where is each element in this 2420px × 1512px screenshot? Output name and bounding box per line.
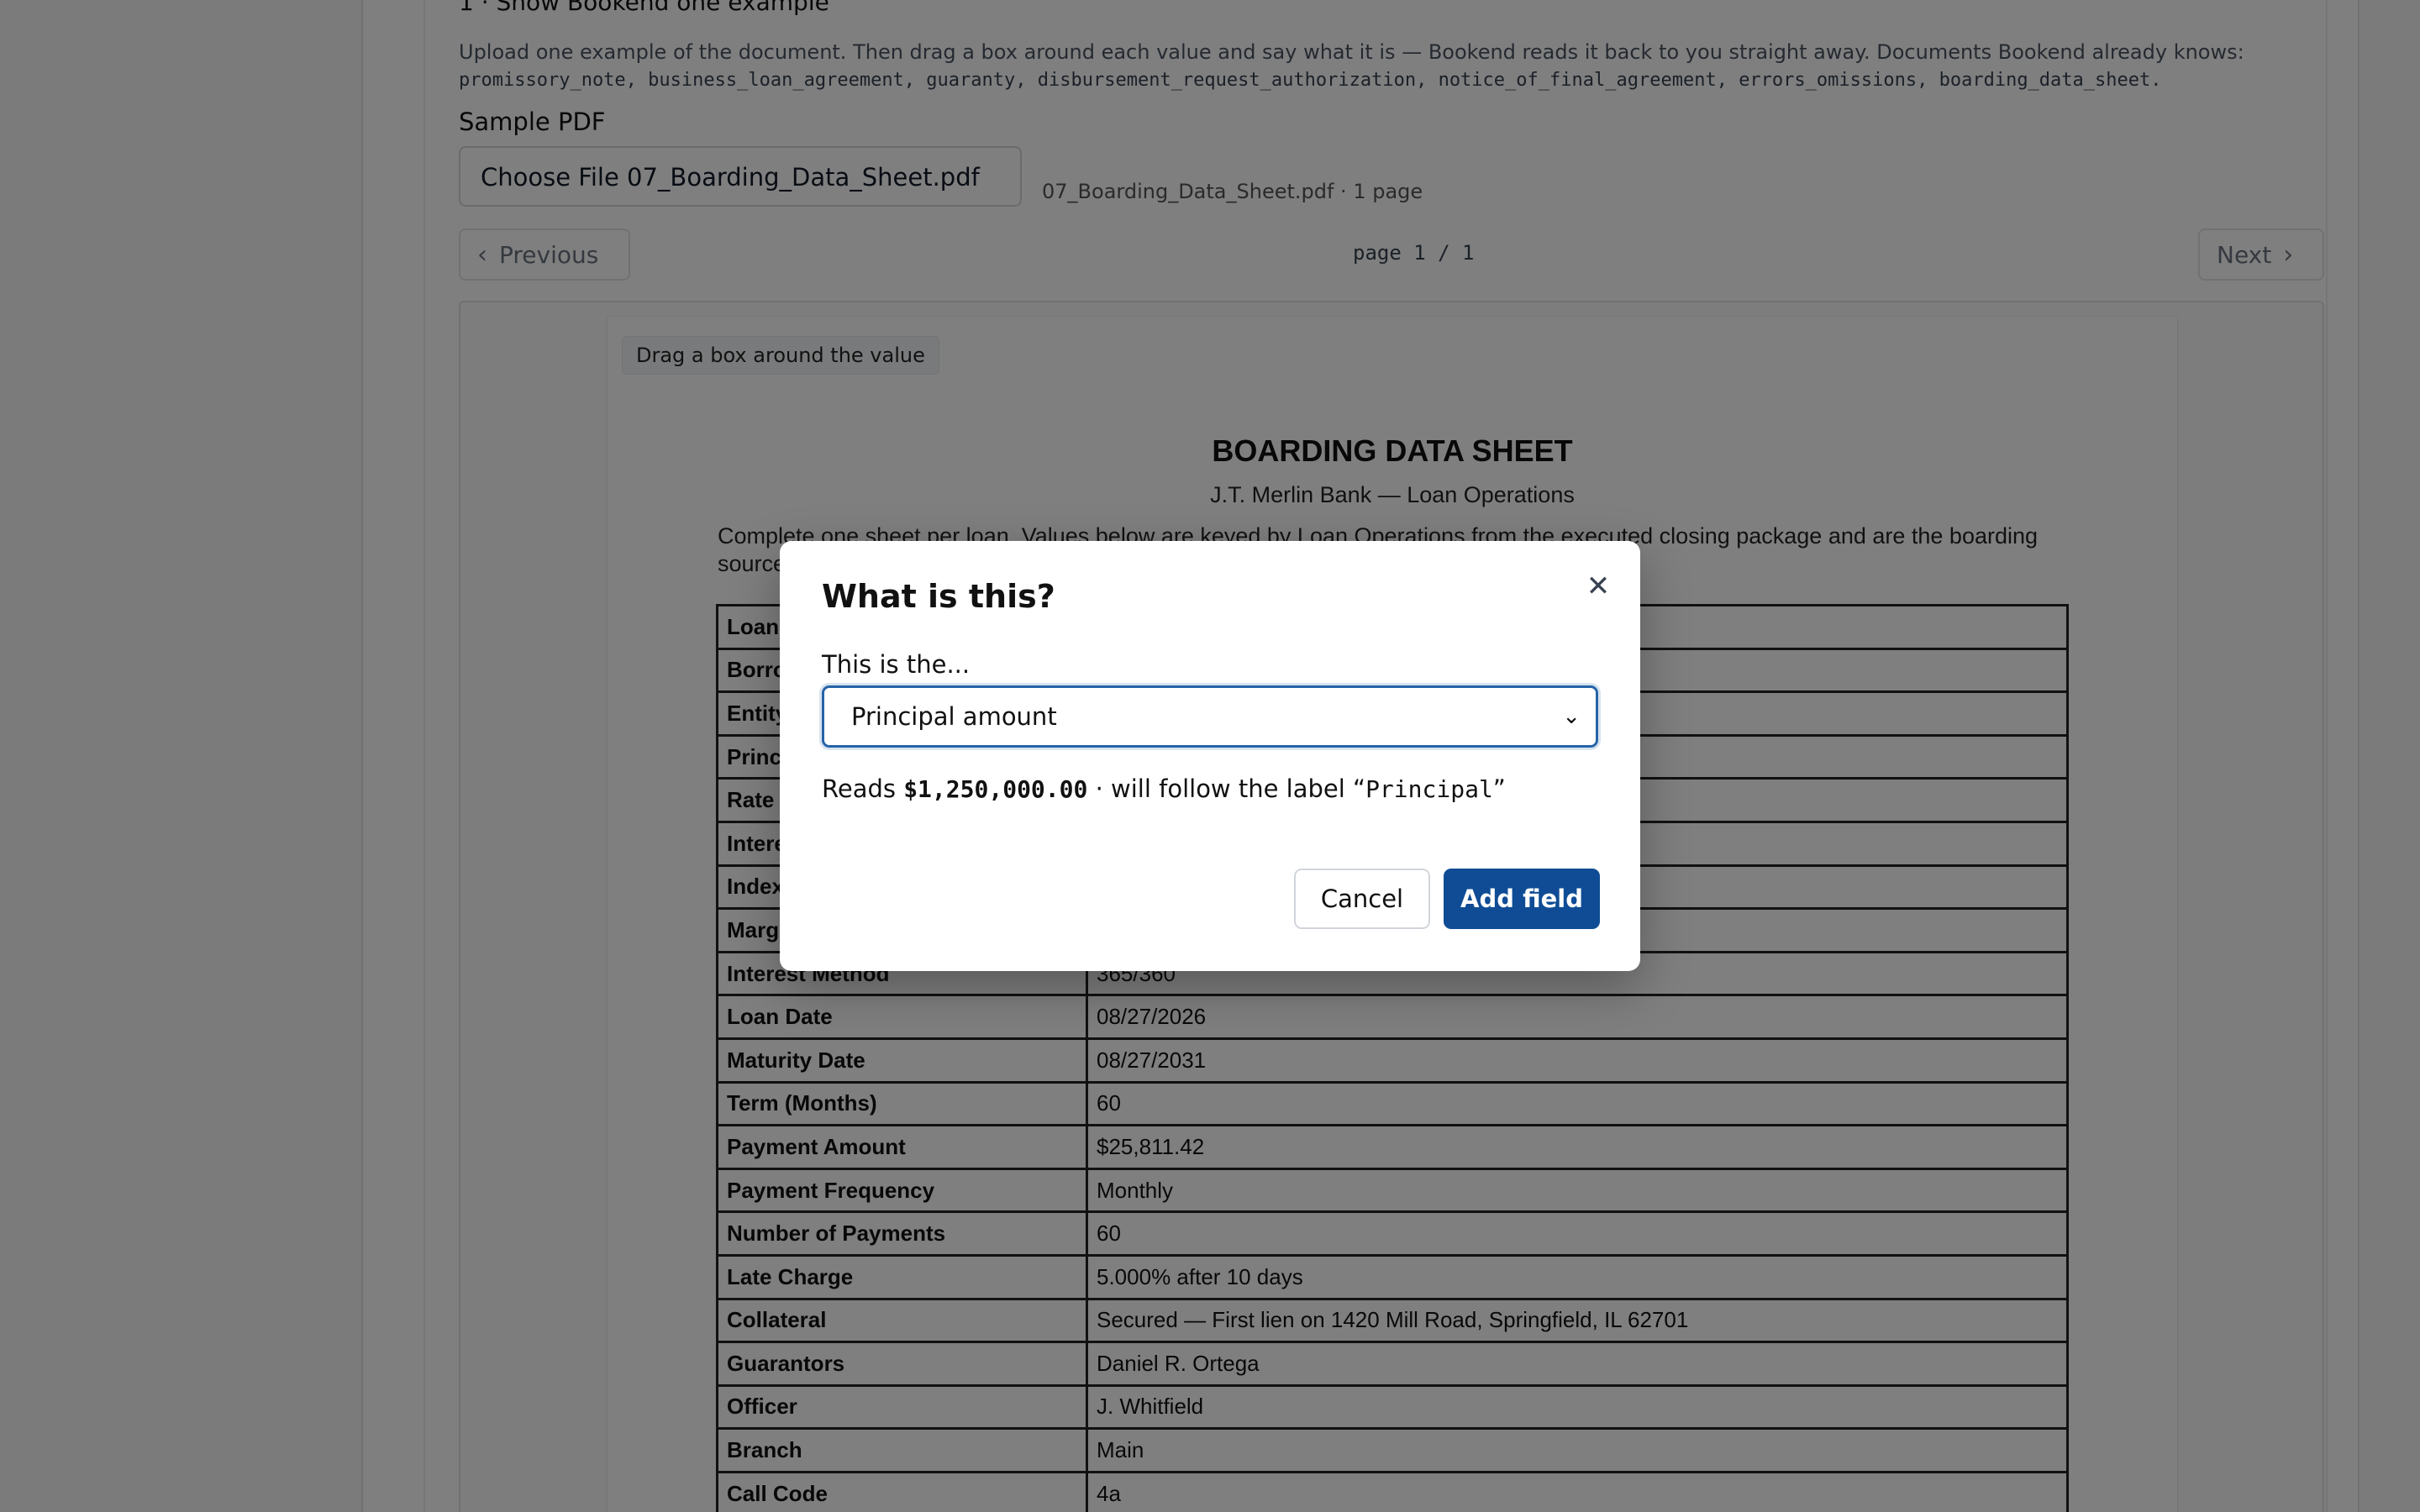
cancel-button[interactable]: Cancel (1294, 869, 1430, 929)
chevron-down-icon: ⌄ (1562, 704, 1581, 729)
label-open-quote: “ (1353, 774, 1366, 803)
anchor-label: Principal (1365, 775, 1493, 803)
field-type-label: This is the... (822, 650, 971, 679)
field-type-select[interactable]: Principal amount ⌄ (822, 685, 1598, 748)
add-field-button[interactable]: Add field (1444, 869, 1600, 929)
dialog-title: What is this? (822, 578, 1055, 615)
field-dialog: What is this? ✕ This is the... Principal… (780, 541, 1640, 971)
reads-preview: Reads $1,250,000.00 · will follow the la… (822, 774, 1506, 803)
selected-field-type: Principal amount (851, 702, 1057, 731)
reads-value: $1,250,000.00 (903, 775, 1088, 803)
label-close-quote: ” (1492, 774, 1506, 803)
reads-middle: · will follow the label (1095, 774, 1345, 803)
reads-prefix: Reads (822, 774, 896, 803)
close-icon[interactable]: ✕ (1583, 571, 1613, 601)
